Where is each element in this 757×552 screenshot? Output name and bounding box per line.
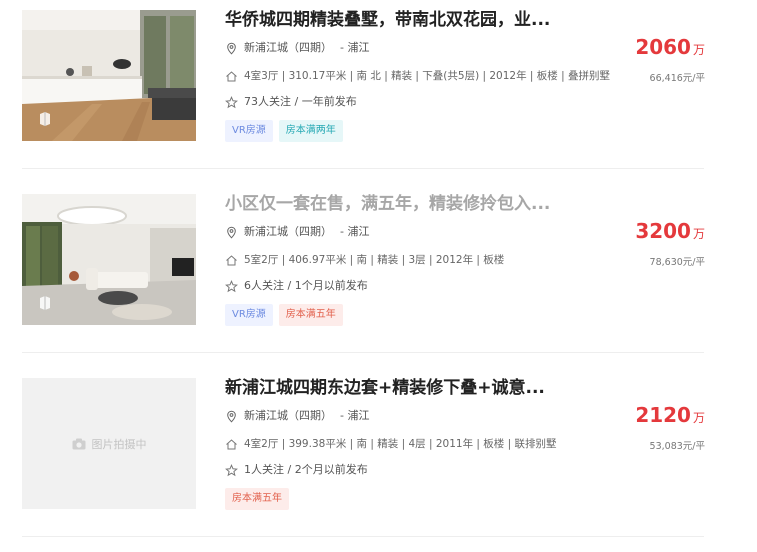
community-link[interactable]: 新浦江城（四期） [244, 41, 332, 55]
district-link[interactable]: - 浦江 [340, 225, 369, 239]
star-icon [225, 95, 238, 108]
price-unit: 万 [692, 411, 705, 425]
house-info: 4室2厅 | 399.38平米 | 南 | 精装 | 4层 | 2011年 | … [244, 438, 557, 450]
tag-list: 房本满五年 [225, 488, 289, 510]
house-info: 4室3厅 | 310.17平米 | 南 北 | 精装 | 下叠(共5层) | 2… [244, 70, 611, 82]
price-unit: 万 [692, 227, 705, 241]
photo-placeholder: 图片拍摄中 [22, 378, 196, 509]
community-link[interactable]: 新浦江城（四期） [244, 409, 332, 423]
ownership-tag: 房本满两年 [278, 120, 343, 142]
listing-card[interactable]: 图片拍摄中 新浦江城四期东边套+精装修下叠+诚意... 新浦江城（四期） - 浦… [0, 368, 757, 552]
star-icon [225, 463, 238, 476]
house-info: 5室2厅 | 406.97平米 | 南 | 精装 | 3层 | 2012年 | … [244, 254, 505, 266]
house-info-row: 5室2厅 | 406.97平米 | 南 | 精装 | 3层 | 2012年 | … [225, 253, 504, 267]
vr-tag: VR房源 [225, 120, 273, 142]
listing-card[interactable]: 华侨城四期精装叠墅，带南北双花园，业... 新浦江城（四期） - 浦江 4室3厅… [0, 0, 757, 184]
follow-info: 6人关注 / 1个月以前发布 [244, 279, 368, 292]
listing-title[interactable]: 小区仅一套在售，满五年，精装修拎包入... [225, 193, 555, 215]
unit-price: 53,083元/平 [649, 441, 705, 452]
vr-icon [40, 112, 50, 126]
listing-card[interactable]: 小区仅一套在售，满五年，精装修拎包入... 新浦江城（四期） - 浦江 5室2厅… [0, 184, 757, 368]
house-icon [226, 70, 237, 81]
listing-photo[interactable]: 图片拍摄中 [22, 378, 196, 509]
camera-icon [72, 438, 85, 449]
house-icon [226, 254, 237, 265]
location-pin-icon [227, 42, 236, 55]
total-price: 3200 万 [635, 219, 705, 243]
district-link[interactable]: - 浦江 [340, 409, 369, 423]
tag-list: VR房源 房本满两年 [225, 120, 343, 142]
listing-title[interactable]: 华侨城四期精装叠墅，带南北双花园，业... [225, 9, 555, 31]
community-link[interactable]: 新浦江城（四期） [244, 225, 332, 239]
follow-row: 73人关注 / 一年前发布 [225, 95, 357, 109]
house-info-row: 4室3厅 | 310.17平米 | 南 北 | 精装 | 下叠(共5层) | 2… [225, 69, 610, 83]
star-icon [225, 279, 238, 292]
location-row: 新浦江城（四期） - 浦江 [225, 41, 369, 55]
vr-tag: VR房源 [225, 304, 273, 326]
total-price: 2120 万 [635, 403, 705, 427]
divider [22, 536, 704, 537]
divider [22, 168, 704, 169]
ownership-tag: 房本满五年 [278, 304, 343, 326]
unit-price: 66,416元/平 [649, 73, 705, 84]
divider [22, 352, 704, 353]
follow-row: 6人关注 / 1个月以前发布 [225, 279, 368, 293]
follow-info: 73人关注 / 一年前发布 [244, 95, 357, 108]
price-value: 2060 [635, 35, 691, 59]
total-price: 2060 万 [635, 35, 705, 59]
vr-icon [40, 296, 50, 310]
location-row: 新浦江城（四期） - 浦江 [225, 409, 369, 423]
placeholder-text: 图片拍摄中 [91, 437, 147, 451]
ownership-tag: 房本满五年 [225, 488, 289, 510]
house-info-row: 4室2厅 | 399.38平米 | 南 | 精装 | 4层 | 2011年 | … [225, 437, 557, 451]
location-row: 新浦江城（四期） - 浦江 [225, 225, 369, 239]
district-link[interactable]: - 浦江 [340, 41, 369, 55]
listing-photo[interactable] [22, 10, 196, 141]
listing-photo[interactable] [22, 194, 196, 325]
follow-info: 1人关注 / 2个月以前发布 [244, 463, 368, 476]
follow-row: 1人关注 / 2个月以前发布 [225, 463, 368, 477]
location-pin-icon [227, 410, 236, 423]
tag-list: VR房源 房本满五年 [225, 304, 343, 326]
price-unit: 万 [692, 43, 705, 57]
unit-price: 78,630元/平 [649, 257, 705, 268]
price-value: 2120 [635, 403, 691, 427]
location-pin-icon [227, 226, 236, 239]
listing-title[interactable]: 新浦江城四期东边套+精装修下叠+诚意... [225, 377, 555, 399]
price-value: 3200 [635, 219, 691, 243]
house-icon [226, 438, 237, 449]
